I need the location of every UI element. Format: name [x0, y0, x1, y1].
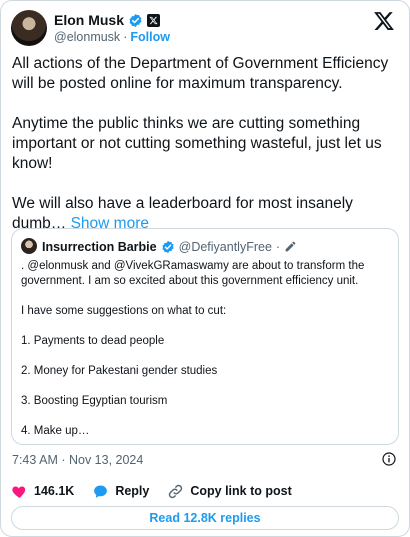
copy-link-button[interactable]: Copy link to post	[167, 483, 292, 500]
quoted-lead: I have some suggestions on what to cut:	[21, 305, 227, 317]
author-avatar[interactable]	[11, 10, 47, 46]
like-count: 146.1K	[34, 484, 75, 498]
author-name[interactable]: Elon Musk	[54, 12, 124, 28]
quoted-post[interactable]: Insurrection Barbie @DefiyantlyFree · . …	[11, 228, 399, 445]
quoted-list-item-3: 3. Boosting Egyptian tourism	[21, 395, 168, 407]
action-bar: 146.1K Reply Copy link to post	[11, 481, 310, 501]
quoted-author-handle: @DefiyantlyFree	[178, 239, 272, 254]
author-handle[interactable]: @elonmusk	[54, 30, 120, 44]
post-card: Elon Musk @elonmusk · Follow All actions…	[0, 0, 410, 537]
pencil-icon	[285, 241, 296, 252]
heart-icon	[12, 486, 26, 498]
quoted-author-avatar	[21, 238, 37, 254]
quoted-list-item-1: 1. Payments to dead people	[21, 335, 165, 347]
x-affiliate-badge-icon	[147, 13, 161, 27]
verified-badge-icon	[129, 13, 142, 27]
quoted-list-item-2: 2. Money for Pakestani gender studies	[21, 365, 218, 377]
post-truncated-text: We will also have a leaderboard for most…	[12, 195, 353, 232]
post-paragraph-2: Anytime the public thinks we are cutting…	[12, 115, 382, 172]
quoted-post-body: . @elonmusk and @VivekGRamaswamy are abo…	[21, 259, 391, 454]
x-logo-icon[interactable]	[373, 10, 395, 32]
quoted-intro: . @elonmusk and @VivekGRamaswamy are abo…	[21, 260, 365, 287]
author-handle-row: @elonmusk · Follow	[54, 30, 170, 44]
like-button[interactable]: 146.1K	[11, 483, 74, 500]
read-replies-button[interactable]: Read 12.8K replies	[11, 506, 399, 530]
post-paragraph-1: All actions of the Department of Governm…	[12, 55, 389, 92]
quoted-author-row: Insurrection Barbie @DefiyantlyFree ·	[42, 238, 297, 255]
link-icon	[169, 484, 183, 498]
post-body: All actions of the Department of Governm…	[12, 54, 400, 234]
verified-badge-icon	[162, 240, 174, 253]
reply-button[interactable]: Reply	[92, 483, 149, 500]
post-timestamp[interactable]: 7:43 AM · Nov 13, 2024	[12, 453, 143, 467]
quoted-author-name: Insurrection Barbie	[42, 239, 157, 254]
separator-dot: ·	[275, 239, 281, 254]
separator-dot: ·	[123, 30, 128, 44]
reply-bubble-icon	[94, 484, 108, 498]
info-icon[interactable]	[381, 451, 397, 467]
quoted-list-item-4: 4. Make up…	[21, 425, 90, 437]
reply-label: Reply	[115, 484, 150, 498]
author-name-row: Elon Musk	[54, 11, 161, 29]
copy-link-label: Copy link to post	[190, 484, 292, 498]
follow-button[interactable]: Follow	[130, 30, 170, 44]
